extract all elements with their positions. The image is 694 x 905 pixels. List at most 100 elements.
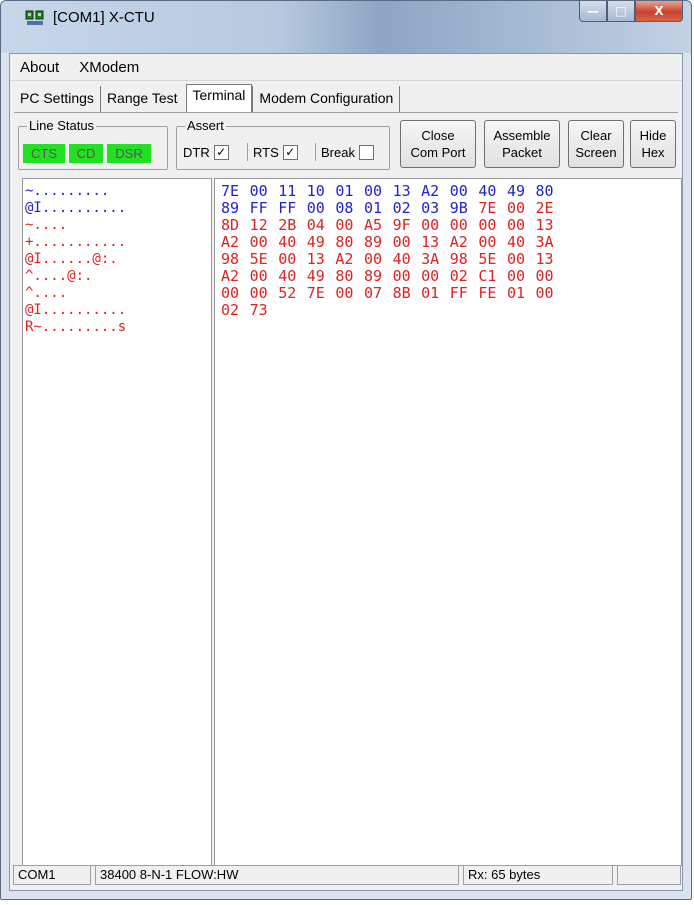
hex-byte: A5	[363, 216, 383, 234]
menu-xmodem[interactable]: XModem	[69, 59, 149, 76]
status-extra	[617, 865, 681, 885]
hex-line: 7E 00 11 10 01 00 13 A2 00 40 49 80	[221, 183, 564, 199]
dtr-checkbox[interactable]: ✓	[213, 144, 229, 160]
hex-byte: 3A	[535, 233, 554, 251]
hex-byte: 00	[335, 284, 354, 302]
ascii-line: R~.........s	[25, 319, 127, 335]
hex-byte: 13	[535, 250, 554, 268]
hex-byte: 00	[363, 182, 383, 200]
status-settings: 38400 8-N-1 FLOW:HW	[95, 865, 459, 885]
hex-byte: 00	[306, 199, 325, 217]
hex-byte: 13	[392, 182, 411, 200]
tab-terminal[interactable]: Terminal	[185, 84, 253, 112]
dtr-toggle[interactable]: DTR ✓	[183, 142, 229, 162]
title-bar[interactable]: [COM1] X-CTU — □ X	[1, 1, 691, 53]
hex-byte: 00	[449, 216, 468, 234]
assert-label: Assert	[185, 118, 226, 134]
hex-byte: 13	[421, 233, 440, 251]
hex-byte: 89	[221, 199, 240, 217]
menu-about[interactable]: About	[10, 59, 69, 76]
hex-byte: 8B	[392, 284, 411, 302]
hex-byte: 7E	[478, 199, 497, 217]
terminal-hex-pane[interactable]: 7E 00 11 10 01 00 13 A2 00 40 49 80 89 FF FF 00 08 01 02 03…	[214, 178, 682, 866]
dsr-indicator: DSR	[107, 144, 151, 163]
close-com-port-button[interactable]: Close Com Port	[400, 120, 476, 168]
ascii-line: ~....	[25, 217, 68, 233]
hex-byte: 03	[421, 199, 440, 217]
rts-checkbox[interactable]: ✓	[282, 144, 298, 160]
tab-pc-settings[interactable]: PC Settings	[14, 86, 101, 112]
status-rx-count: Rx: 65 bytes	[463, 865, 613, 885]
hex-byte: 04	[306, 216, 325, 234]
hex-byte: 00	[421, 267, 440, 285]
close-button[interactable]: X	[635, 1, 683, 22]
terminal-ascii-pane[interactable]: ~......... @I.......... ~.... +........... @…	[22, 178, 212, 866]
clear-screen-button[interactable]: Clear Screen	[568, 120, 624, 168]
hex-byte: 5E	[478, 250, 497, 268]
cd-indicator: CD	[69, 144, 103, 163]
maximize-button[interactable]: □	[607, 1, 635, 22]
status-bar: COM1 38400 8-N-1 FLOW:HW Rx: 65 bytes	[9, 863, 681, 887]
hex-byte: FF	[449, 284, 468, 302]
hide-hex-button[interactable]: Hide Hex	[630, 120, 676, 168]
hex-byte: 80	[535, 182, 554, 200]
status-port: COM1	[13, 865, 91, 885]
hex-line: 02 73	[221, 302, 278, 318]
assert-divider	[315, 143, 316, 161]
break-label: Break	[321, 144, 355, 160]
assert-group: Assert DTR ✓ RTS ✓ Break	[176, 118, 390, 170]
hex-byte: 7E	[221, 182, 240, 200]
hex-byte: 12	[249, 216, 268, 234]
hex-byte: FE	[478, 284, 497, 302]
hex-byte: 00	[506, 216, 525, 234]
hex-byte: 13	[535, 216, 554, 234]
window-controls: — □ X	[579, 1, 683, 23]
hex-byte: 40	[278, 233, 297, 251]
minimize-button[interactable]: —	[579, 1, 607, 22]
hex-byte: 49	[506, 182, 525, 200]
hex-byte: 02	[221, 301, 240, 319]
hex-byte: 01	[421, 284, 440, 302]
hex-byte: 2E	[535, 199, 554, 217]
hex-byte: 07	[363, 284, 383, 302]
ascii-line: +...........	[25, 234, 127, 250]
hex-byte: 00	[421, 216, 440, 234]
break-checkbox[interactable]	[358, 144, 374, 160]
hex-byte: 9B	[449, 199, 468, 217]
tab-panel-border	[14, 112, 678, 113]
hex-byte: 00	[278, 250, 297, 268]
ascii-line: @I......@:.	[25, 251, 118, 267]
close-com-port-line1: Close	[421, 128, 455, 143]
hex-byte: 00	[535, 284, 554, 302]
close-com-port-line2: Com Port	[410, 145, 466, 160]
hex-byte: 98	[449, 250, 468, 268]
clear-screen-line1: Clear	[580, 128, 612, 143]
hex-byte: 11	[278, 182, 297, 200]
break-toggle[interactable]: Break	[321, 142, 374, 162]
ascii-line: ^....	[25, 285, 68, 301]
hex-byte: 40	[278, 267, 297, 285]
hex-byte: 00	[363, 250, 383, 268]
assemble-packet-button[interactable]: Assemble Packet	[484, 120, 560, 168]
rts-toggle[interactable]: RTS ✓	[253, 142, 298, 162]
hex-line: A2 00 40 49 80 89 00 00 02 C1 00 00	[221, 268, 564, 284]
hex-byte: 52	[278, 284, 297, 302]
tab-modem-configuration[interactable]: Modem Configuration	[252, 86, 401, 112]
ascii-line: ^....@:.	[25, 268, 93, 284]
ascii-line: @I..........	[25, 302, 127, 318]
assemble-packet-line1: Assemble	[493, 128, 551, 143]
hex-byte: 2B	[278, 216, 297, 234]
hex-byte: 00	[478, 216, 497, 234]
hex-byte: 02	[392, 199, 411, 217]
hex-byte: 00	[249, 233, 268, 251]
hex-line: A2 00 40 49 80 89 00 13 A2 00 40 3A	[221, 234, 564, 250]
hex-byte: 01	[506, 284, 525, 302]
hex-byte: A2	[335, 250, 354, 268]
hex-byte: 5E	[249, 250, 268, 268]
hex-byte: 13	[306, 250, 325, 268]
hex-byte: 00	[506, 250, 525, 268]
hex-line: 98 5E 00 13 A2 00 40 3A 98 5E 00 13	[221, 251, 564, 267]
tab-range-test[interactable]: Range Test	[101, 86, 184, 112]
hex-byte: 00	[249, 284, 268, 302]
hex-byte: 8D	[221, 216, 240, 234]
